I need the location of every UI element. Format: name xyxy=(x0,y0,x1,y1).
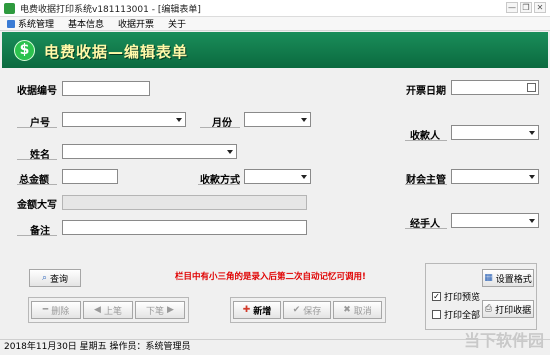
payee-select[interactable] xyxy=(451,125,539,140)
dollar-icon: $ xyxy=(14,40,35,61)
issue-date-picker[interactable] xyxy=(451,80,539,95)
window-title: 电费收据打印系统v181113001 - [编辑表单] xyxy=(20,4,201,15)
name-select[interactable] xyxy=(62,144,237,159)
check-icon: ✔ xyxy=(292,305,301,315)
menu-about[interactable]: 关于 xyxy=(161,17,193,30)
minus-icon: ━ xyxy=(42,305,49,315)
query-button[interactable]: ⌕ 查询 xyxy=(29,269,81,287)
payment-method-underline xyxy=(198,184,240,185)
add-button[interactable]: ✚ 新增 xyxy=(233,301,281,319)
search-icon: ⌕ xyxy=(41,273,48,283)
finance-manager-select[interactable] xyxy=(451,169,539,184)
menu-receipt[interactable]: 收据开票 xyxy=(111,17,161,30)
print-receipt-button[interactable]: ⎙ 打印收据 xyxy=(482,300,534,318)
chevron-down-icon xyxy=(529,131,535,135)
menu-bar: 系统管理 基本信息 收据开票 关于 xyxy=(0,17,550,31)
chevron-down-icon xyxy=(227,150,233,154)
prev-icon: ◀ xyxy=(94,305,101,315)
payee-underline xyxy=(405,140,447,141)
next-button[interactable]: 下笔 ▶ xyxy=(135,301,185,319)
settings-icon: ▦ xyxy=(484,273,493,283)
close-button[interactable]: ✕ xyxy=(534,2,546,13)
chevron-down-icon xyxy=(176,118,182,122)
month-select[interactable] xyxy=(244,112,311,127)
system-menu-icon xyxy=(7,19,15,28)
title-bar: 电费收据打印系统v181113001 - [编辑表单] — ❐ ✕ xyxy=(0,0,550,17)
receipt-no-label: 收据编号 xyxy=(17,86,57,97)
handler-underline xyxy=(405,228,447,229)
month-underline xyxy=(200,127,240,128)
chevron-down-icon xyxy=(529,175,535,179)
payment-method-select[interactable] xyxy=(244,169,311,184)
save-button[interactable]: ✔ 保存 xyxy=(283,301,331,319)
chevron-down-icon xyxy=(301,175,307,179)
prev-button[interactable]: ◀ 上笔 xyxy=(83,301,133,319)
handler-select[interactable] xyxy=(451,213,539,228)
chevron-down-icon xyxy=(529,219,535,223)
delete-button[interactable]: ━ 删除 xyxy=(31,301,81,319)
close-icon: ✖ xyxy=(343,305,351,315)
remark-input[interactable] xyxy=(62,220,307,235)
checkbox-box xyxy=(432,310,441,319)
page-title: 电费收据—编辑表单 xyxy=(44,43,189,61)
calendar-icon[interactable] xyxy=(527,83,536,92)
receipt-no-input[interactable] xyxy=(62,81,150,96)
issue-date-label: 开票日期 xyxy=(406,86,446,97)
minimize-button[interactable]: — xyxy=(506,2,518,13)
cancel-button[interactable]: ✖ 取消 xyxy=(333,301,382,319)
header-banner: $ 电费收据—编辑表单 xyxy=(2,32,548,68)
checkmark-icon: ✓ xyxy=(432,292,441,301)
next-icon: ▶ xyxy=(167,305,174,315)
total-underline xyxy=(17,184,57,185)
print-all-checkbox[interactable]: 打印全部 xyxy=(432,308,480,321)
menu-basic-info[interactable]: 基本信息 xyxy=(61,17,111,30)
print-preview-checkbox[interactable]: ✓ 打印预览 xyxy=(432,290,480,303)
total-input[interactable] xyxy=(62,169,118,184)
remark-underline xyxy=(17,235,57,236)
hint-text: 栏目中有小三角的是录入后第二次自动记忆可调用! xyxy=(175,272,366,282)
restore-button[interactable]: ❐ xyxy=(520,2,532,13)
amount-upper-label: 金额大写 xyxy=(17,200,57,211)
name-underline xyxy=(17,159,57,160)
chevron-down-icon xyxy=(301,118,307,122)
finance-manager-underline xyxy=(405,184,447,185)
printer-icon: ⎙ xyxy=(484,304,493,314)
account-no-underline xyxy=(17,127,57,128)
app-icon xyxy=(4,2,15,14)
watermark: 当下软件园 xyxy=(463,331,544,350)
menu-system[interactable]: 系统管理 xyxy=(0,17,61,30)
amount-upper-field xyxy=(62,195,307,210)
print-format-button[interactable]: ▦ 设置格式 xyxy=(482,269,534,287)
window-controls: — ❐ ✕ xyxy=(506,2,546,13)
account-no-select[interactable] xyxy=(62,112,186,127)
plus-icon: ✚ xyxy=(242,305,251,315)
